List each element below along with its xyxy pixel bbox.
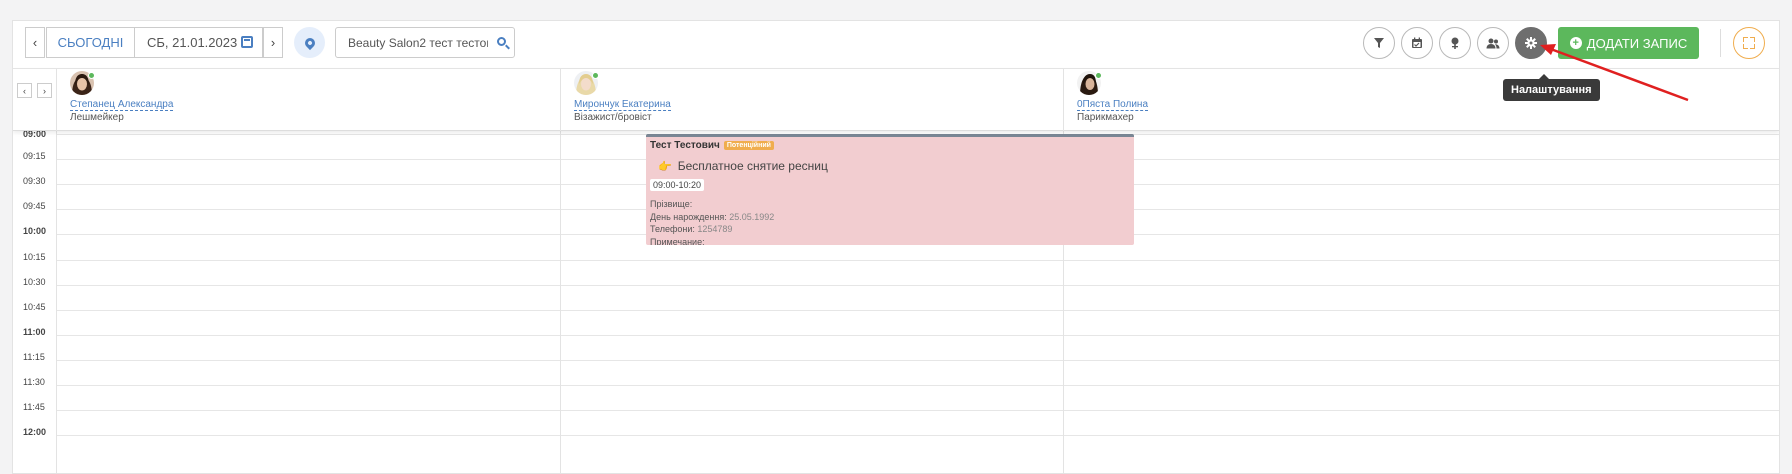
- staff-name-link[interactable]: Мирончук Екатерина: [574, 99, 671, 111]
- time-label: 10:00: [23, 226, 47, 236]
- time-label: 11:30: [23, 377, 45, 387]
- calendar-check-button[interactable]: [1401, 27, 1433, 59]
- today-button[interactable]: СЬОГОДНІ: [46, 27, 135, 58]
- tree-icon: [1451, 37, 1459, 49]
- toolbar-divider: [1720, 29, 1721, 57]
- time-label: 12:00: [23, 427, 47, 437]
- schedule-grid[interactable]: 09:00 09:15 09:30 09:45 10:00 10:15 10:30 10:45…: [13, 129, 1779, 473]
- fullscreen-icon: [1743, 37, 1748, 42]
- online-status-indicator: [1095, 72, 1102, 79]
- users-icon: [1486, 38, 1500, 48]
- surname-label: Прізвище:: [650, 199, 693, 209]
- time-label: 09:30: [23, 176, 46, 186]
- time-label: 09:45: [23, 201, 46, 211]
- add-record-label: ДОДАТИ ЗАПИС: [1586, 35, 1688, 51]
- staff-name-link[interactable]: 0Пяста Полина: [1077, 99, 1149, 111]
- settings-tooltip: Налаштування: [1503, 74, 1600, 101]
- online-status-indicator: [592, 72, 599, 79]
- time-slot-line: [56, 435, 1779, 436]
- staff-role: Візажист/бровіст: [574, 112, 652, 123]
- status-badge: Потенційний: [723, 141, 774, 150]
- time-slot-line: [56, 260, 1779, 261]
- prev-day-button[interactable]: ‹: [25, 27, 45, 58]
- time-slot-line: [56, 360, 1779, 361]
- appointment-details: Прізвище: День нарождення: 25.05.1992 Те…: [650, 198, 1130, 245]
- appointment-client-name: Тест Тестович: [650, 140, 720, 151]
- staff-column-3[interactable]: 0Пяста Полина Парикмахер: [1063, 69, 1779, 131]
- pointing-hand-icon: 👉: [658, 160, 672, 173]
- gear-icon: [1525, 37, 1537, 49]
- resources-button[interactable]: [1439, 27, 1471, 59]
- fullscreen-button[interactable]: [1733, 27, 1765, 59]
- staff-role: Парикмахер: [1077, 112, 1134, 123]
- time-slot-line: [56, 410, 1779, 411]
- online-status-indicator: [88, 72, 95, 79]
- appointment-service: 👉 Бесплатное снятие ресниц: [658, 159, 1130, 173]
- time-slot-line: [56, 285, 1779, 286]
- staff-column-2[interactable]: Мирончук Екатерина Візажист/бровіст: [560, 69, 1063, 131]
- staff-column-1[interactable]: Степанец Александра Лешмейкер: [56, 69, 560, 131]
- time-label: 10:45: [23, 302, 46, 312]
- column-divider: [56, 131, 57, 473]
- search-icon[interactable]: [497, 37, 506, 46]
- time-slot-line: [56, 335, 1779, 336]
- phone-label: Телефони:: [650, 224, 695, 234]
- filter-button[interactable]: [1363, 27, 1395, 59]
- staff-name-link[interactable]: Степанец Александра: [70, 99, 174, 111]
- staff-button[interactable]: [1477, 27, 1509, 59]
- date-picker[interactable]: СБ, 21.01.2023: [135, 27, 263, 58]
- time-label: 11:45: [23, 402, 45, 412]
- time-column: 09:00 09:15 09:30 09:45 10:00 10:15 10:30 10:45…: [13, 129, 56, 473]
- time-slot-line: [56, 385, 1779, 386]
- date-value: СБ, 21.01.2023: [147, 35, 238, 50]
- appointment-card[interactable]: Тест Тестович Потенційний 👉 Бесплатное сн…: [646, 134, 1134, 245]
- filter-icon: [1374, 38, 1384, 48]
- birthday-value: 25.05.1992: [729, 211, 775, 222]
- staff-prev-button[interactable]: ‹: [17, 83, 32, 98]
- staff-next-button[interactable]: ›: [37, 83, 52, 98]
- time-label: 09:15: [23, 151, 46, 161]
- service-name: Бесплатное снятие ресниц: [677, 159, 828, 173]
- calendar-check-icon: [1412, 37, 1422, 48]
- birthday-label: День нарождення:: [650, 211, 727, 222]
- toolbar: ‹ СЬОГОДНІ СБ, 21.01.2023 › + ДОДАТИ: [13, 21, 1779, 69]
- time-label: 11:15: [23, 352, 45, 362]
- location-button[interactable]: [294, 27, 325, 58]
- add-record-button[interactable]: + ДОДАТИ ЗАПИС: [1558, 27, 1699, 59]
- note-label: Примечание:: [650, 236, 705, 246]
- salon-search-input[interactable]: [335, 27, 515, 58]
- map-pin-icon: [302, 35, 317, 50]
- settings-button[interactable]: [1515, 27, 1547, 59]
- time-label: 10:30: [23, 277, 46, 287]
- staff-role: Лешмейкер: [70, 112, 124, 123]
- appointment-time: 09:00-10:20: [650, 179, 705, 191]
- time-label: 10:15: [23, 252, 46, 262]
- column-divider: [560, 131, 561, 473]
- time-label: 11:00: [23, 327, 46, 337]
- calendar-page: ‹ СЬОГОДНІ СБ, 21.01.2023 › + ДОДАТИ: [12, 20, 1780, 474]
- phone-value: 1254789: [697, 224, 733, 234]
- calendar-icon: [241, 36, 253, 48]
- next-day-button[interactable]: ›: [263, 27, 283, 58]
- time-slot-line: [56, 310, 1779, 311]
- plus-circle-icon: +: [1569, 37, 1582, 49]
